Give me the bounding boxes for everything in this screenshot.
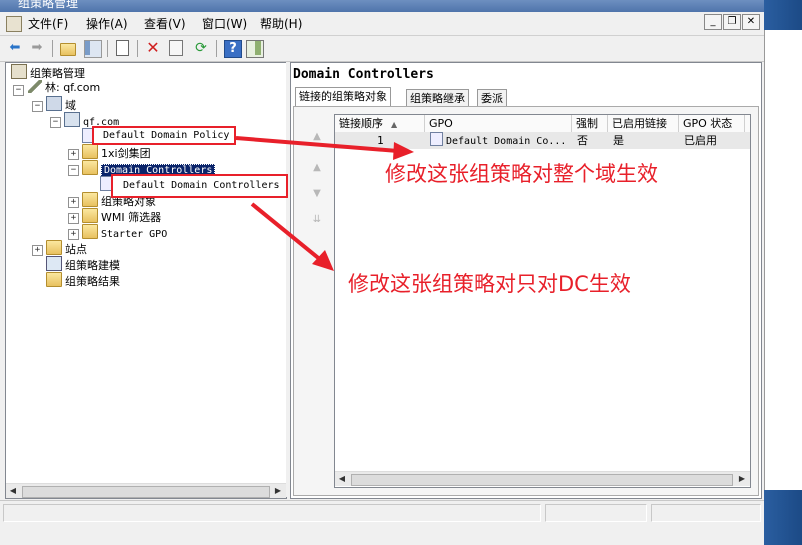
forward-arrow-icon[interactable]: ➡ <box>29 40 45 56</box>
status-panel-2 <box>545 504 647 522</box>
menu-help[interactable]: 帮助(H) <box>260 15 302 32</box>
tab-linked-gpos[interactable]: 链接的组策略对象 <box>295 87 391 107</box>
app-icon[interactable] <box>6 16 22 32</box>
show-hide-tree-icon[interactable] <box>84 40 102 58</box>
list-header: 链接顺序 ▲ GPO 强制 已启用链接 GPO 状态 <box>335 115 750 133</box>
back-arrow-icon[interactable]: ⬅ <box>7 40 23 56</box>
tree-node-wmi-filters[interactable]: WMI 筛选器 <box>82 208 161 224</box>
menu-bar: 文件(F) 操作(A) 查看(V) 窗口(W) 帮助(H) <box>0 12 764 34</box>
cell-link-enabled: 是 <box>613 134 624 147</box>
filter-folder-icon <box>82 208 98 223</box>
mdi-minimize-button[interactable]: _ <box>704 14 722 30</box>
toolbar: ⬅ ➡ ✕ ⟳ ? <box>0 35 764 62</box>
mdi-buttons: _ ❐ ✕ <box>704 14 760 30</box>
scroll-right-icon[interactable]: ▶ <box>272 485 284 497</box>
collapse-forest-icon[interactable]: − <box>13 85 24 96</box>
domain-icon <box>64 112 80 127</box>
copy-icon[interactable] <box>116 40 129 56</box>
expand-gpo-objects-icon[interactable]: + <box>68 197 79 208</box>
list-horizontal-scrollbar[interactable]: ◀ ▶ <box>335 471 750 486</box>
cell-gpo: Default Domain Co... <box>430 132 566 149</box>
callout-default-domain-policy: Default Domain Policy <box>92 126 236 145</box>
collapse-dc-icon[interactable]: − <box>68 165 79 176</box>
col-gpo-status[interactable]: GPO 状态 <box>679 115 745 132</box>
action-pane-icon[interactable] <box>246 40 264 58</box>
scroll-thumb[interactable] <box>22 486 270 498</box>
starter-folder-icon <box>82 224 98 239</box>
move-bottom-icon[interactable]: ⇊ <box>310 214 324 225</box>
cell-enforced: 否 <box>577 134 588 147</box>
menu-file[interactable]: 文件(F) <box>28 15 68 32</box>
ou-folder-icon <box>82 144 98 159</box>
collapse-domains-icon[interactable]: − <box>32 101 43 112</box>
expand-sites-icon[interactable]: + <box>32 245 43 256</box>
move-down-icon[interactable]: ▼ <box>310 188 324 199</box>
window-title: 组策略管理 <box>18 0 79 10</box>
callout-default-dc-policy: Default Domain Controllers <box>111 174 288 198</box>
refresh-icon[interactable]: ⟳ <box>193 40 209 56</box>
forest-icon <box>28 80 42 93</box>
tab-gpo-inheritance[interactable]: 组策略继承 <box>406 89 469 107</box>
col-enforced[interactable]: 强制 <box>572 115 608 132</box>
properties-icon[interactable] <box>169 40 183 56</box>
cell-gpo-status: 已启用 <box>684 134 717 147</box>
cell-order: 1 <box>377 134 384 147</box>
expand-wmi-icon[interactable]: + <box>68 213 79 224</box>
expand-starter-icon[interactable]: + <box>68 229 79 240</box>
tree-node-forest[interactable]: 林: qf.com <box>28 80 100 96</box>
move-top-icon[interactable]: ▲ <box>310 131 324 142</box>
details-title: Domain Controllers <box>293 67 434 82</box>
scroll-right-icon[interactable]: ▶ <box>736 473 748 485</box>
tree-node-modeling[interactable]: 组策略建模 <box>46 256 120 272</box>
sort-ascending-icon: ▲ <box>391 120 398 129</box>
delete-icon[interactable]: ✕ <box>145 40 161 56</box>
annotation-domain-wide: 修改这张组策略对整个域生效 <box>385 162 658 186</box>
menu-window[interactable]: 窗口(W) <box>202 15 247 32</box>
status-panel-3 <box>651 504 761 522</box>
gpo-folder-icon <box>82 192 98 207</box>
tree-horizontal-scrollbar[interactable]: ◀ ▶ <box>6 483 286 498</box>
console-root-icon <box>11 64 27 79</box>
ou-folder-icon <box>82 160 98 175</box>
scroll-left-icon[interactable]: ◀ <box>336 473 348 485</box>
results-icon <box>46 272 62 287</box>
collapse-domain-icon[interactable]: − <box>50 117 61 128</box>
tree-node-starter-gpo[interactable]: Starter GPO <box>82 224 167 240</box>
tree-node-domains[interactable]: 域 <box>46 96 76 112</box>
help-icon[interactable]: ? <box>224 40 242 58</box>
tree-node-gpmc[interactable]: 组策略管理 <box>11 64 85 80</box>
background-window-edge <box>764 0 802 545</box>
scroll-left-icon[interactable]: ◀ <box>7 485 19 497</box>
annotation-dc-only: 修改这张组策略对只对DC生效 <box>348 272 631 296</box>
col-link-enabled[interactable]: 已启用链接 <box>608 115 679 132</box>
mdi-close-button[interactable]: ✕ <box>742 14 760 30</box>
scroll-thumb[interactable] <box>351 474 733 486</box>
tab-delegation[interactable]: 委派 <box>477 89 507 107</box>
title-bar[interactable]: 组策略管理 <box>0 0 764 12</box>
table-row[interactable]: 1 Default Domain Co... 否 是 已启用 <box>335 132 750 149</box>
gpo-link-icon <box>430 132 443 146</box>
tree-node-ou-1xi[interactable]: 1xi剑集团 <box>82 144 151 160</box>
up-folder-icon[interactable] <box>60 40 76 56</box>
domains-icon <box>46 96 62 111</box>
status-bar <box>0 500 764 523</box>
menu-view[interactable]: 查看(V) <box>144 15 186 32</box>
move-up-icon[interactable]: ▲ <box>310 162 324 173</box>
menu-action[interactable]: 操作(A) <box>86 15 128 32</box>
tree-node-sites[interactable]: 站点 <box>46 240 87 256</box>
expand-1xi-icon[interactable]: + <box>68 149 79 160</box>
col-gpo[interactable]: GPO <box>425 115 572 132</box>
tree-node-results[interactable]: 组策略结果 <box>46 272 120 288</box>
modeling-icon <box>46 256 62 271</box>
mdi-restore-button[interactable]: ❐ <box>723 14 741 30</box>
status-panel-main <box>3 504 541 522</box>
col-link-order[interactable]: 链接顺序 ▲ <box>335 115 425 132</box>
sites-icon <box>46 240 62 255</box>
